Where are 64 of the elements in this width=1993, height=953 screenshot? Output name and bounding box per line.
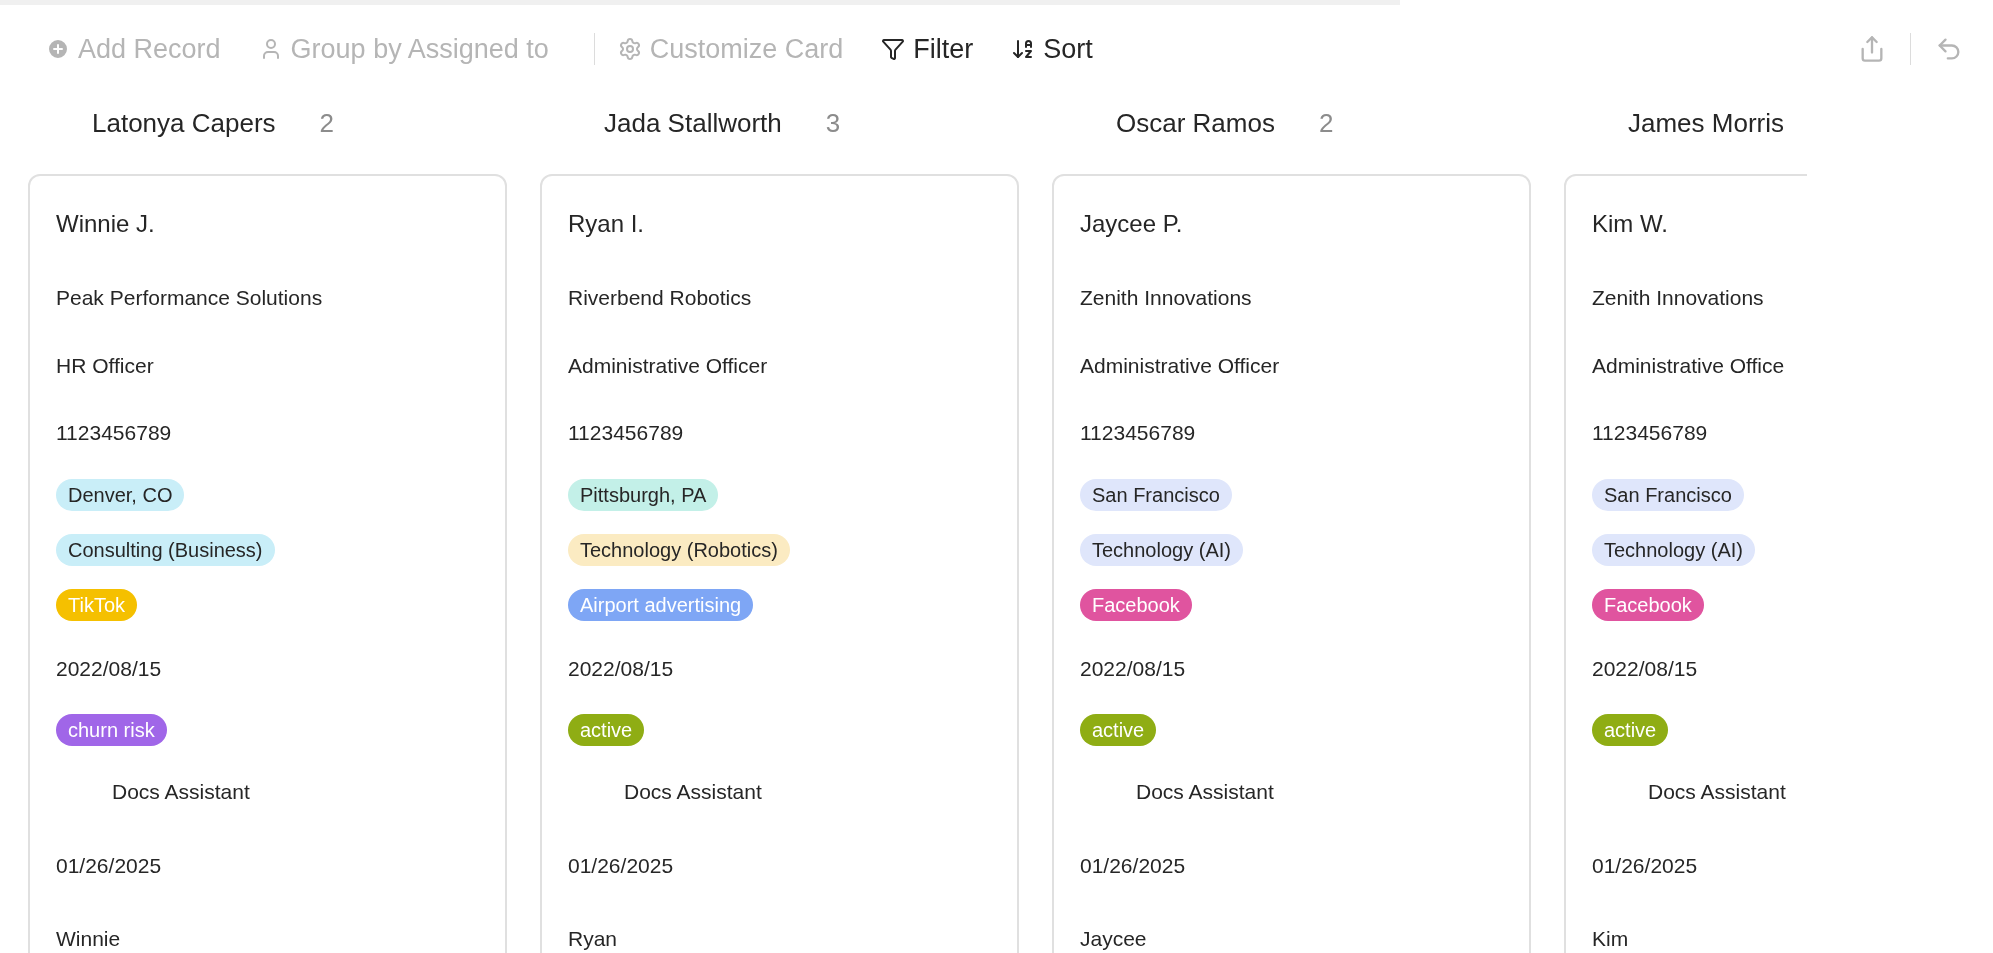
tag: churn risk [56,714,167,746]
tag: San Francisco [1080,478,1232,511]
record-count: 2 [319,106,335,140]
created-date-text: 01/26/2025 [568,852,675,879]
record-count: 3 [825,106,841,140]
date-text: 2022/08/15 [1592,655,1699,682]
sort-button[interactable]: Sort [1003,28,1101,70]
tag: San Francisco [1592,478,1744,511]
company-text: Riverbend Robotics [568,285,753,311]
job-title-text: Administrative Officer [568,352,769,379]
tag: active [1592,714,1669,746]
record-card[interactable]: Ryan I. Riverbend Robotics Administrative Officer 1123456789 Pittsburgh, PA Technology (Robotics) Airport advertising 2022/08/15 active Docs Assistant 01/26/2025 Ryan [540,174,1019,953]
created-date-text: 01/26/2025 [56,852,163,879]
card-title: Jaycee P. [1080,209,1184,239]
tag: Denver, CO [56,478,185,511]
tag: Airport advertising [568,588,754,621]
column-title: Oscar Ramos [1116,106,1275,140]
job-title-text: Administrative Officer [1080,352,1281,379]
assistant-text: Docs Assistant [624,779,763,805]
add-icon [46,37,70,61]
settings-icon [617,37,642,61]
tag: TikTok [56,588,138,621]
assistant-text: Docs Assistant [1648,779,1787,805]
assistant-text: Docs Assistant [112,779,251,805]
first-name-text: Jaycee [1080,926,1148,952]
created-date-text: 01/26/2025 [1592,852,1699,879]
tag: Technology (Robotics) [568,533,790,566]
card-title: Kim W. [1592,209,1669,239]
tag: active [568,714,645,746]
filter-button[interactable]: Filter [873,28,982,70]
record-card[interactable]: Winnie J. Peak Performance Solutions HR Officer 1123456789 Denver, CO Consulting (Business) TikTok 2022/08/15 churn risk Docs Assistant 01/26/2025 Winnie [28,174,507,953]
created-date-text: 01/26/2025 [1080,852,1187,879]
first-name-text: Kim [1592,926,1630,952]
date-text: 2022/08/15 [1080,655,1187,682]
column-title: Latonya Capers [92,106,276,140]
job-title-text: HR Officer [56,352,155,379]
record-card[interactable]: Jaycee P. Zenith Innovations Administrative Officer 1123456789 San Francisco Technology (AI) Facebook 2022/08/15 active Docs Assistant 01/26/2025 Jaycee [1052,174,1531,953]
date-text: 2022/08/15 [568,655,675,682]
tag: Technology (AI) [1592,533,1755,566]
company-text: Zenith Innovations [1080,285,1253,311]
assistant-text: Docs Assistant [1136,779,1275,805]
record-count: 2 [1318,106,1334,140]
job-title-text: Administrative Office [1592,352,1786,379]
tag: Pittsburgh, PA [568,478,719,511]
first-name-text: Ryan [568,926,619,952]
phone-text: 1123456789 [56,420,173,446]
phone-text: 1123456789 [568,420,685,446]
first-name-text: Winnie [56,926,122,952]
filter-icon [881,37,906,61]
tag: Facebook [1080,588,1192,621]
phone-text: 1123456789 [1592,420,1709,446]
tag: active [1080,714,1157,746]
card-title: Ryan I. [568,209,646,239]
tag: Technology (AI) [1080,533,1243,566]
tag: Facebook [1592,588,1704,621]
phone-text: 1123456789 [1080,420,1197,446]
date-text: 2022/08/15 [56,655,163,682]
column-title: James Morris [1628,106,1784,140]
card-title: Winnie J. [56,209,156,239]
record-card[interactable]: Kim W. Zenith Innovations Administrative Office 1123456789 San Francisco Technology (AI) Facebook 2022/08/15 active Docs Assistant 01/26/2025 Kim [1564,174,1807,953]
company-text: Peak Performance Solutions [56,285,324,311]
tag: Consulting (Business) [56,533,275,566]
column-title: Jada Stallworth [604,106,782,140]
company-text: Zenith Innovations [1592,285,1765,311]
